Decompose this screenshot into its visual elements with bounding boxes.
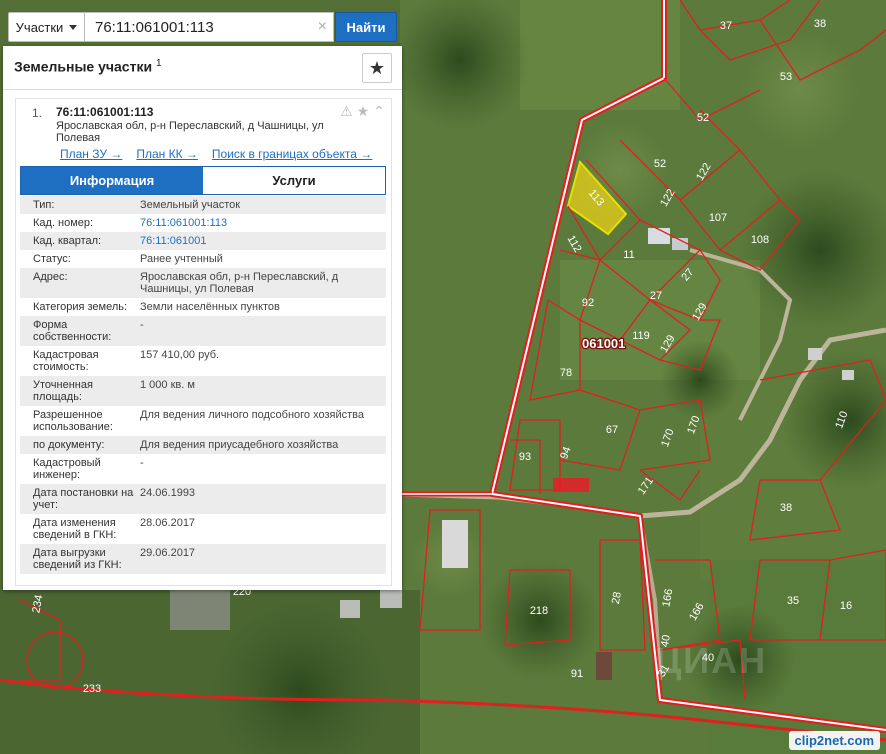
plot-label[interactable]: 108 bbox=[751, 234, 769, 246]
result-links: План ЗУ → План КК → Поиск в границах объ… bbox=[60, 147, 372, 161]
warning-icon[interactable]: ⚠ bbox=[340, 103, 353, 120]
property-row: Кадастровый инженер: - bbox=[20, 454, 386, 484]
favorite-button[interactable]: ★ bbox=[362, 53, 392, 83]
property-row: Дата изменения сведений в ГКН: 28.06.2017 bbox=[20, 514, 386, 544]
object-type-select[interactable]: Участки bbox=[8, 12, 84, 42]
property-key: Тип: bbox=[33, 199, 55, 211]
plot-label[interactable]: 53 bbox=[780, 71, 792, 83]
property-key: Разрешенное использование: bbox=[33, 409, 113, 433]
find-button[interactable]: Найти bbox=[335, 12, 397, 42]
property-key: Кадастровый инженер: bbox=[33, 457, 101, 481]
plot-label[interactable]: 27 bbox=[650, 290, 662, 302]
plot-label[interactable]: 16 bbox=[840, 600, 852, 612]
plot-label[interactable]: 92 bbox=[582, 297, 594, 309]
property-key: Форма собственности: bbox=[33, 319, 112, 343]
property-key: Кадастровая стоимость: bbox=[33, 349, 99, 373]
plot-label[interactable]: 37 bbox=[720, 20, 732, 32]
plot-label[interactable]: 119 bbox=[632, 330, 650, 342]
plot-label[interactable]: 52 bbox=[654, 158, 666, 170]
chevron-up-icon[interactable]: ⌃ bbox=[373, 103, 385, 120]
property-row: Статус: Ранее учтенный bbox=[20, 250, 386, 268]
results-panel: Земельные участки 1 ★ 1. 76:11:061001:11… bbox=[3, 46, 402, 590]
plan-zu-link[interactable]: План ЗУ → bbox=[60, 147, 122, 161]
plot-label[interactable]: 93 bbox=[519, 451, 531, 463]
result-tabs: Информация Услуги bbox=[20, 166, 386, 195]
plot-label[interactable]: 35 bbox=[787, 595, 799, 607]
plot-label[interactable]: 28 bbox=[610, 591, 624, 605]
plot-label[interactable]: 52 bbox=[697, 112, 709, 124]
property-value: 1 000 кв. м bbox=[140, 379, 195, 391]
property-value: Для ведения приусадебного хозяйства bbox=[140, 439, 339, 451]
property-value: 157 410,00 руб. bbox=[140, 349, 220, 361]
property-key: Дата выгрузки сведений из ГКН: bbox=[33, 547, 122, 571]
property-row: Кад. номер: 76:11:061001:113 bbox=[20, 214, 386, 232]
result-cadastral-id[interactable]: 76:11:061001:113 bbox=[56, 105, 153, 119]
plot-label[interactable]: 91 bbox=[571, 668, 583, 680]
quarter-label: 061001 bbox=[582, 336, 625, 351]
clip2net-watermark: clip2net.com bbox=[788, 731, 880, 750]
result-actions: ⚠ ★ ⌃ bbox=[340, 103, 385, 120]
tab-info[interactable]: Информация bbox=[21, 167, 203, 194]
search-input[interactable] bbox=[85, 13, 333, 41]
property-key: Дата изменения сведений в ГКН: bbox=[33, 517, 117, 541]
plan-kk-link[interactable]: План КК → bbox=[136, 147, 198, 161]
property-value: - bbox=[140, 319, 144, 331]
result-count: 1 bbox=[155, 58, 162, 69]
object-type-label: Участки bbox=[15, 19, 64, 35]
properties-table: Тип: Земельный участок Кад. номер: 76:11:0… bbox=[20, 196, 386, 574]
property-value: Земли населённых пунктов bbox=[140, 301, 280, 313]
property-value: 28.06.2017 bbox=[140, 517, 196, 529]
close-icon[interactable]: × bbox=[318, 18, 327, 36]
property-row: Форма собственности: - bbox=[20, 316, 386, 346]
property-row: Тип: Земельный участок bbox=[20, 196, 386, 214]
property-row: Разрешенное использование: Для ведения ли… bbox=[20, 406, 386, 436]
result-card: 1. 76:11:061001:113 Ярославская обл, р-н… bbox=[15, 98, 392, 586]
plot-label[interactable]: 107 bbox=[709, 212, 727, 224]
plot-label[interactable]: 218 bbox=[530, 605, 548, 617]
property-value: Земельный участок bbox=[140, 199, 241, 211]
property-row: Уточненная площадь: 1 000 кв. м bbox=[20, 376, 386, 406]
property-value: 29.06.2017 bbox=[140, 547, 196, 559]
tab-services[interactable]: Услуги bbox=[203, 167, 385, 194]
search-field: × bbox=[84, 12, 334, 42]
property-key: Уточненная площадь: bbox=[33, 379, 93, 403]
plot-label[interactable]: 233 bbox=[83, 683, 101, 695]
plot-label[interactable]: 67 bbox=[606, 424, 618, 436]
panel-header: Земельные участки 1 ★ bbox=[3, 46, 402, 90]
property-row: Дата выгрузки сведений из ГКН: 29.06.2017 bbox=[20, 544, 386, 574]
property-value: - bbox=[140, 457, 144, 469]
property-row: Кадастровая стоимость: 157 410,00 руб. bbox=[20, 346, 386, 376]
chevron-down-icon bbox=[69, 24, 78, 30]
search-in-bounds-link[interactable]: Поиск в границах объекта → bbox=[212, 147, 372, 161]
property-key: по документу: bbox=[33, 439, 105, 451]
property-value: Ранее учтенный bbox=[140, 253, 223, 265]
property-value: 24.06.1993 bbox=[140, 487, 196, 499]
property-value: Ярославская обл, р-н Переславский, д Чаш… bbox=[140, 271, 339, 295]
property-key: Кад. квартал: bbox=[33, 235, 102, 247]
property-row: Дата постановки на учет: 24.06.1993 bbox=[20, 484, 386, 514]
property-key: Статус: bbox=[33, 253, 71, 265]
property-value: Для ведения личного подсобного хозяйства bbox=[140, 409, 364, 421]
cadastral-quarter-link[interactable]: 76:11:061001 bbox=[140, 235, 386, 247]
result-index: 1. bbox=[32, 106, 43, 120]
star-icon: ★ bbox=[368, 58, 386, 78]
star-icon[interactable]: ★ bbox=[357, 103, 370, 120]
property-key: Категория земель: bbox=[33, 301, 128, 313]
result-address: Ярославская обл, р-н Переславский, д Чаш… bbox=[56, 120, 324, 144]
panel-title: Земельные участки 1 bbox=[14, 58, 162, 75]
property-key: Адрес: bbox=[33, 271, 68, 283]
search-bar: Участки × Найти bbox=[8, 12, 398, 42]
property-key: Кад. номер: bbox=[33, 217, 94, 229]
property-key: Дата постановки на учет: bbox=[33, 487, 134, 511]
property-row: Адрес: Ярославская обл, р-н Переславский,… bbox=[20, 268, 386, 298]
plot-label[interactable]: 11 bbox=[623, 249, 634, 261]
property-row: Кад. квартал: 76:11:061001 bbox=[20, 232, 386, 250]
plot-label[interactable]: 38 bbox=[814, 18, 826, 30]
faint-watermark: ЦИАН bbox=[655, 640, 768, 681]
plot-label[interactable]: 78 bbox=[560, 367, 572, 379]
cadastral-number-link[interactable]: 76:11:061001:113 bbox=[140, 217, 386, 229]
plot-label[interactable]: 38 bbox=[780, 502, 792, 514]
property-row: Категория земель: Земли населённых пункто… bbox=[20, 298, 386, 316]
property-row: по документу: Для ведения приусадебного х… bbox=[20, 436, 386, 454]
